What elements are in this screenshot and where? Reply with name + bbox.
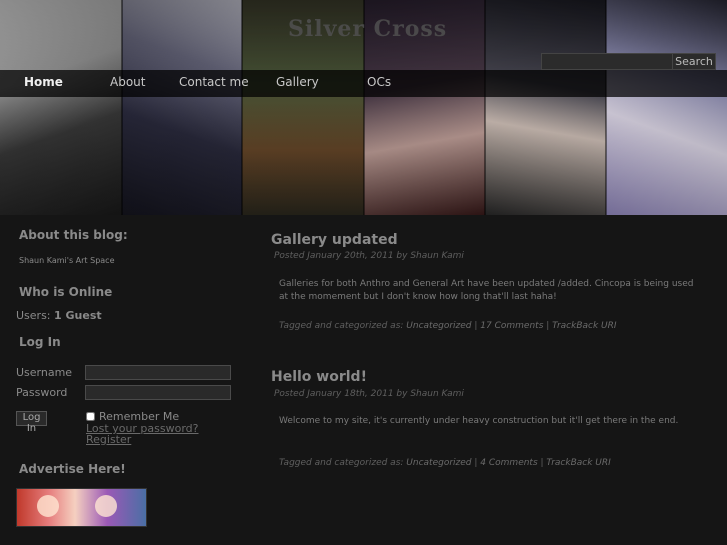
trackback-link[interactable]: TrackBack URI [552, 321, 616, 331]
banner-divider [121, 0, 123, 215]
post-meta: Posted January 18th, 2011 by Shaun Kami [274, 389, 464, 399]
banner-artwork-1 [0, 0, 122, 215]
post-footer-label: Tagged and categorized as: [279, 458, 404, 468]
sidebar: About this blog: Shaun Kami's Art Space … [0, 215, 250, 545]
about-heading: About this blog: [19, 228, 128, 242]
online-users-label: Users: [16, 309, 51, 322]
post-footer: Tagged and categorized as: Uncategorized… [279, 458, 611, 468]
login-heading: Log In [19, 335, 61, 349]
trackback-link[interactable]: TrackBack URI [546, 458, 610, 468]
nav-about[interactable]: About [110, 75, 145, 89]
comments-link[interactable]: 4 Comments [480, 458, 537, 468]
banner-artwork-2 [122, 0, 242, 215]
username-field[interactable] [85, 365, 231, 380]
post-title[interactable]: Hello world! [271, 369, 367, 385]
category-link[interactable]: Uncategorized [406, 321, 471, 331]
remember-me-checkbox[interactable] [86, 412, 95, 421]
banner-artwork-5 [485, 0, 606, 215]
login-button[interactable]: Log In [16, 411, 47, 434]
password-field[interactable] [85, 385, 231, 400]
post-footer: Tagged and categorized as: Uncategorized… [279, 321, 617, 331]
header-banner: Silver Cross Search Home About Contact m… [0, 0, 727, 215]
search-input[interactable] [541, 53, 681, 70]
banner-divider [484, 0, 486, 215]
banner-divider [241, 0, 243, 215]
username-label: Username [16, 366, 73, 379]
ad-face-2 [95, 495, 117, 517]
register-link[interactable]: Register [86, 433, 131, 446]
nav-contact[interactable]: Contact me [179, 75, 249, 89]
online-users: Users: 1 Guest [16, 309, 102, 322]
post-body: Welcome to my site, it's currently under… [279, 416, 679, 426]
nav-ocs[interactable]: OCs [367, 75, 391, 89]
advertise-heading: Advertise Here! [19, 462, 126, 476]
banner-divider [605, 0, 607, 215]
search-button[interactable]: Search [672, 53, 716, 70]
post-footer-label: Tagged and categorized as: [279, 321, 404, 331]
post-meta: Posted January 20th, 2011 by Shaun Kami [274, 251, 464, 261]
nav-home[interactable]: Home [24, 75, 63, 89]
about-text: Shaun Kami's Art Space [19, 256, 115, 265]
category-link[interactable]: Uncategorized [406, 458, 471, 468]
banner-artwork-6 [606, 0, 727, 215]
comments-link[interactable]: 17 Comments [480, 321, 543, 331]
site-title[interactable]: Silver Cross [288, 16, 447, 42]
posts-area: Gallery updated Posted January 20th, 201… [250, 215, 727, 545]
password-label: Password [16, 386, 68, 399]
online-heading: Who is Online [19, 285, 113, 299]
nav-gallery[interactable]: Gallery [276, 75, 319, 89]
post-body: Galleries for both Anthro and General Ar… [279, 279, 694, 302]
online-users-count: 1 Guest [54, 309, 102, 322]
main-nav: Home About Contact me Gallery OCs [0, 70, 727, 97]
ad-face-1 [37, 495, 59, 517]
post-title[interactable]: Gallery updated [271, 232, 398, 248]
ad-banner-image[interactable] [16, 488, 147, 527]
